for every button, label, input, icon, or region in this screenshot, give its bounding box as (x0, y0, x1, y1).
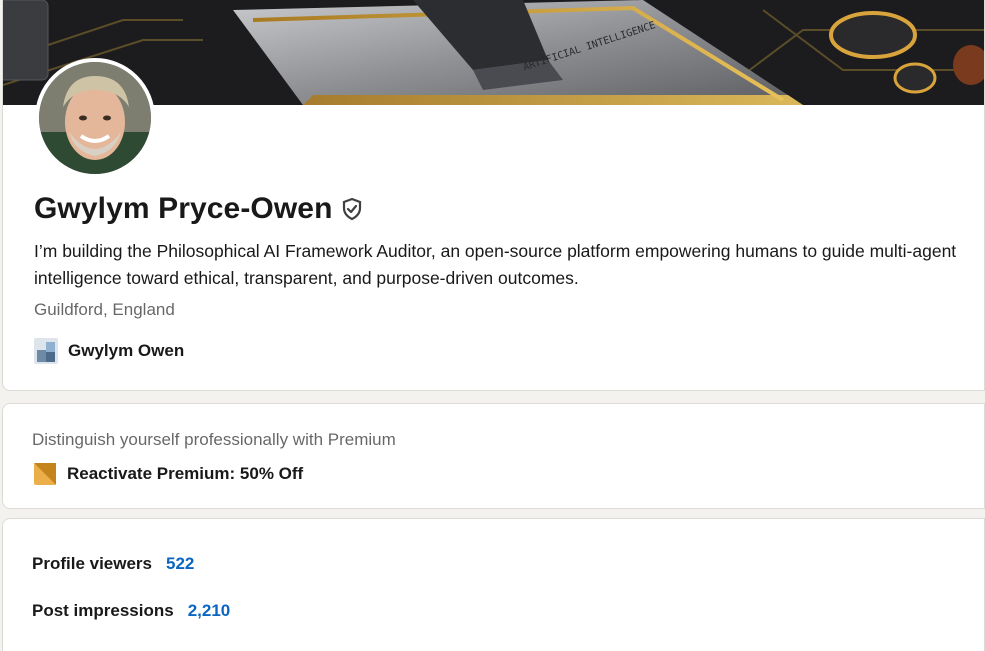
profile-viewers-label: Profile viewers (32, 554, 153, 573)
profile-banner[interactable]: ARTIFICIAL INTELLIGENCE (3, 0, 984, 105)
company-name: Gwylym Owen (68, 341, 185, 360)
avatar-photo (39, 62, 151, 174)
profile-location: Guildford, England (34, 300, 175, 319)
current-company[interactable]: Gwylym Owen (34, 338, 184, 364)
company-logo-icon (34, 338, 58, 364)
premium-tagline: Distinguish yourself professionally with… (32, 430, 396, 449)
banner-image: ARTIFICIAL INTELLIGENCE (3, 0, 984, 105)
profile-viewers-count: 522 (166, 554, 195, 573)
premium-badge-icon (34, 463, 56, 485)
post-impressions-label: Post impressions (32, 601, 174, 620)
shield-check-icon[interactable] (341, 197, 363, 221)
premium-cta: Reactivate Premium: 50% Off (67, 464, 304, 483)
profile-name-row: Gwylym Pryce-Owen (34, 192, 363, 226)
post-impressions-count: 2,210 (187, 601, 231, 620)
premium-card: Distinguish yourself professionally with… (2, 403, 985, 509)
profile-name[interactable]: Gwylym Pryce-Owen (34, 192, 333, 226)
profile-headline: I’m building the Philosophical AI Framew… (34, 241, 957, 288)
analytics-card: Profile viewers 522 Post impressions 2,2… (2, 518, 985, 651)
profile-card: ARTIFICIAL INTELLIGENCE Gwylym Pryce-Owe… (2, 0, 985, 391)
profile-viewers-row[interactable]: Profile viewers 522 (32, 554, 194, 574)
reactivate-premium-link[interactable]: Reactivate Premium: 50% Off (34, 463, 303, 485)
profile-avatar[interactable] (35, 58, 155, 178)
post-impressions-row[interactable]: Post impressions 2,210 (32, 601, 230, 621)
